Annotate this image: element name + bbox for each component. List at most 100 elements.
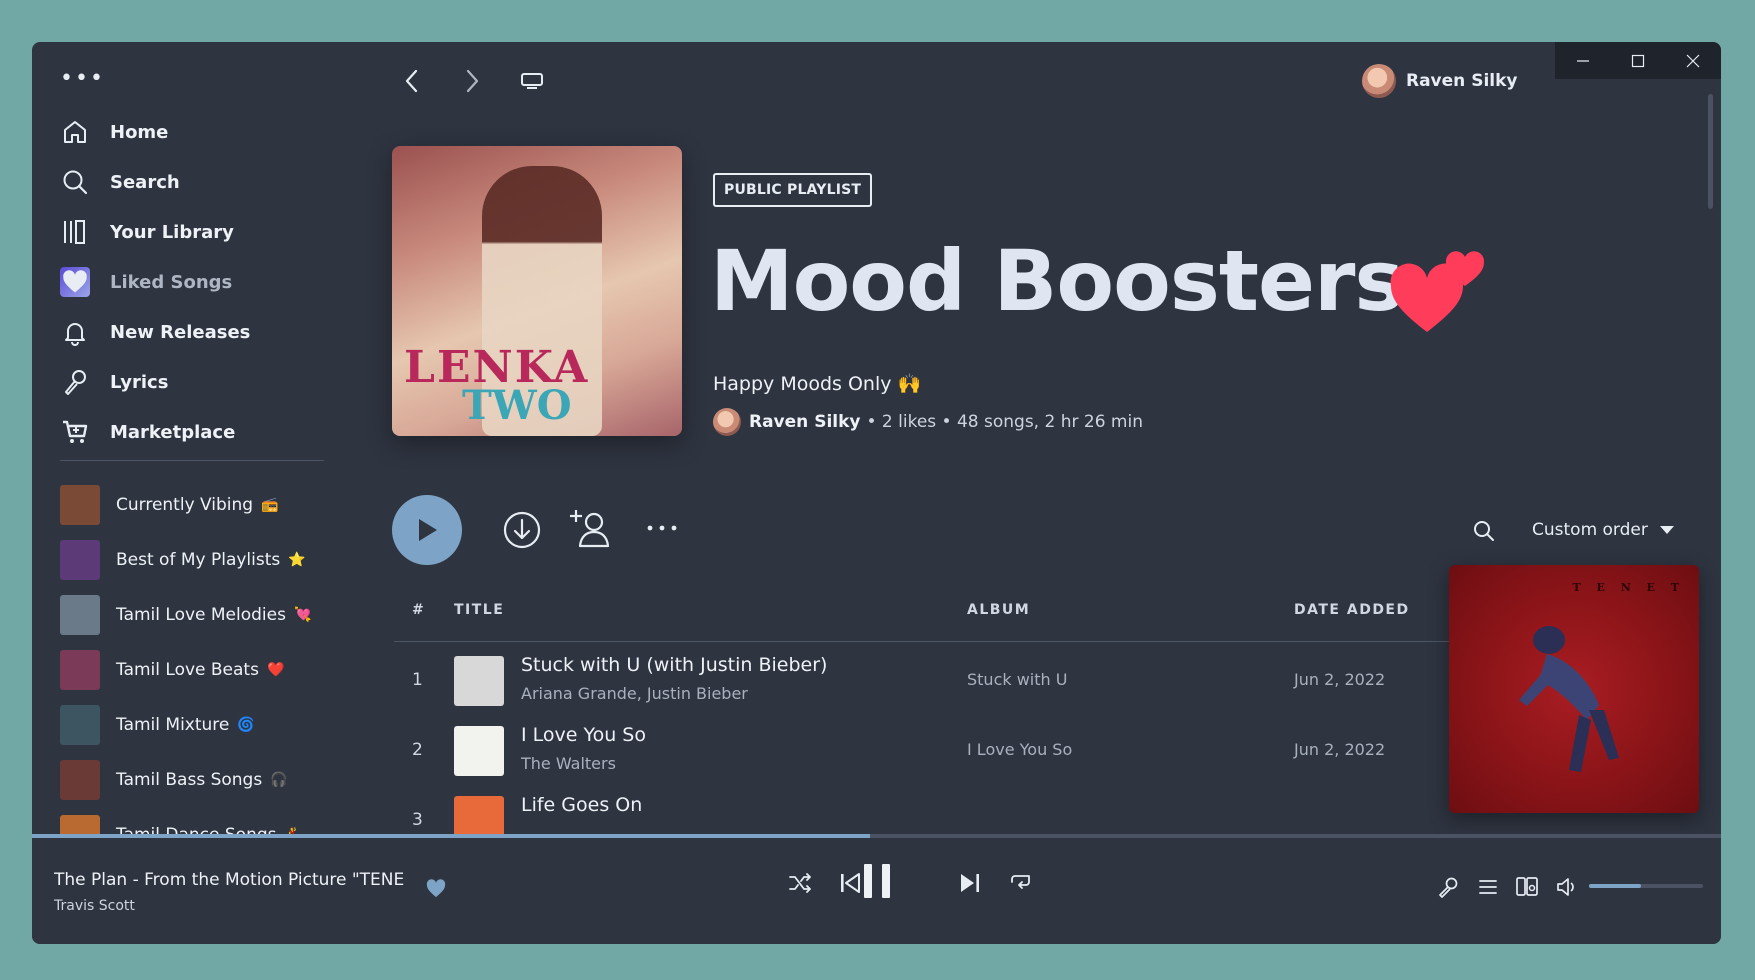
search-in-playlist-button[interactable] — [1473, 520, 1495, 546]
playlist-emoji: 🎧 — [270, 771, 288, 788]
sidebar-item-label: Search — [110, 171, 180, 193]
back-button[interactable] — [402, 68, 422, 98]
mute-button[interactable] — [1555, 876, 1579, 902]
track-title[interactable]: Life Goes On — [521, 794, 642, 816]
sidebar-item-new-releases[interactable]: New Releases — [60, 307, 330, 357]
playlist-emoji: 📻 — [261, 496, 279, 513]
playlist-description: Happy Moods Only 🙌 — [713, 373, 922, 395]
track-date-added: Jun 2, 2022 — [1294, 670, 1386, 689]
track-title[interactable]: I Love You So — [521, 724, 646, 746]
queue-button[interactable] — [1477, 876, 1499, 902]
shuffle-button[interactable] — [787, 870, 813, 900]
next-button[interactable] — [958, 870, 982, 900]
search-icon — [1474, 521, 1494, 541]
download-icon — [503, 511, 541, 549]
sidebar-item-library[interactable]: Your Library — [60, 207, 330, 257]
maximize-button[interactable] — [1610, 42, 1665, 79]
track-album[interactable]: Stuck with U — [967, 670, 1067, 689]
track-artwork — [454, 796, 504, 834]
track-artwork — [454, 656, 504, 706]
column-header-title[interactable]: TITLE — [454, 602, 504, 618]
sidebar-playlist-item[interactable]: Tamil Mixture 🌀 — [60, 697, 340, 752]
playlist-thumbnail — [60, 814, 100, 834]
playlist-name: Tamil Bass Songs — [116, 769, 263, 790]
sidebar-playlist-item[interactable]: Tamil Bass Songs 🎧 — [60, 752, 340, 807]
playlist-name: Currently Vibing — [116, 494, 254, 515]
sort-dropdown[interactable]: Custom order — [1532, 520, 1674, 540]
sidebar-playlist-item[interactable]: Tamil Love Melodies 💘 — [60, 587, 340, 642]
playlist-name: Best of My Playlists — [116, 549, 281, 570]
track-row[interactable]: 1 Stuck with U (with Justin Bieber) Aria… — [394, 648, 1474, 718]
lyrics-button[interactable] — [1437, 876, 1459, 902]
sidebar-playlist-item[interactable]: Currently Vibing 📻 — [60, 477, 340, 532]
minimize-button[interactable] — [1555, 42, 1610, 79]
skip-forward-icon — [961, 874, 979, 892]
playlist-emoji: ⭐ — [288, 551, 306, 568]
sidebar-item-search[interactable]: Search — [60, 157, 330, 207]
sidebar-item-liked-songs[interactable]: Liked Songs — [60, 257, 330, 307]
player-bar: The Plan - From the Motion Picture "TENE… — [32, 838, 1721, 944]
column-header-date-added[interactable]: DATE ADDED — [1294, 602, 1410, 618]
menu-dots-button[interactable]: ••• — [60, 68, 105, 90]
track-album[interactable]: I Love You So — [967, 740, 1072, 759]
sidebar-item-marketplace[interactable]: Marketplace — [60, 407, 330, 457]
home-icon — [60, 117, 90, 147]
add-collaborator-button[interactable] — [568, 506, 612, 554]
vertical-scrollbar[interactable] — [1708, 94, 1713, 209]
pause-button[interactable] — [864, 864, 890, 898]
pause-icon-bar — [864, 864, 872, 898]
library-icon — [60, 217, 90, 247]
playlist-emoji: 💃 — [285, 827, 302, 835]
sidebar-playlist-item[interactable]: Tamil Dance Songs 💃 — [60, 807, 340, 834]
repeat-icon — [1011, 875, 1030, 889]
queue-icon — [1479, 880, 1497, 894]
track-row[interactable]: 2 I Love You So The Walters I Love You S… — [394, 718, 1474, 788]
sidebar-item-label: Liked Songs — [110, 271, 233, 293]
track-row[interactable]: 3 Life Goes On — [394, 788, 1474, 834]
sort-label: Custom order — [1532, 520, 1648, 540]
forward-button[interactable] — [462, 68, 482, 98]
now-playing-artwork[interactable]: T E N E T — [1449, 565, 1699, 813]
track-title[interactable]: Stuck with U (with Justin Bieber) — [521, 654, 827, 676]
track-number: 2 — [412, 740, 423, 760]
add-user-icon — [570, 510, 610, 548]
play-icon — [419, 519, 437, 541]
connect-device-button[interactable] — [1515, 876, 1539, 902]
like-button[interactable] — [425, 878, 447, 902]
cover-text: TWO — [462, 382, 572, 429]
sidebar-playlist-item[interactable]: Best of My Playlists ⭐ — [60, 532, 340, 587]
download-button[interactable] — [502, 510, 542, 554]
sidebar-item-lyrics[interactable]: Lyrics — [60, 357, 330, 407]
playlist-thumbnail — [60, 704, 100, 745]
caret-down-icon — [1659, 526, 1674, 534]
sidebar-item-label: Marketplace — [110, 421, 236, 443]
playlist-thumbnail — [60, 594, 100, 635]
sidebar-playlists: Currently Vibing 📻 Best of My Playlists … — [60, 477, 340, 834]
play-button[interactable] — [392, 495, 462, 565]
playlist-owner-link[interactable]: Raven Silky — [749, 412, 860, 432]
sidebar-playlist-item[interactable]: Tamil Love Beats ❤️ — [60, 642, 340, 697]
sidebar-item-home[interactable]: Home — [60, 107, 330, 157]
user-menu[interactable]: Raven Silky — [1362, 64, 1517, 98]
track-table-header: # TITLE ALBUM DATE ADDED — [394, 602, 1474, 632]
bell-icon — [60, 317, 90, 347]
volume-slider-fill — [1589, 884, 1642, 888]
track-artist[interactable]: Ariana Grande, Justin Bieber — [521, 684, 748, 703]
sidebar-item-label: Lyrics — [110, 371, 169, 393]
column-header-album[interactable]: ALBUM — [967, 602, 1030, 618]
playlist-thumbnail — [60, 539, 100, 580]
more-options-button[interactable] — [644, 518, 680, 542]
volume-slider[interactable] — [1589, 884, 1703, 888]
now-playing-artist[interactable]: Travis Scott — [54, 898, 135, 914]
track-artist[interactable]: The Walters — [521, 754, 616, 773]
window-controls — [1555, 42, 1721, 79]
close-button[interactable] — [1666, 42, 1721, 79]
repeat-button[interactable] — [1008, 870, 1034, 900]
playlist-name: Tamil Love Melodies — [116, 604, 286, 625]
track-list: 1 Stuck with U (with Justin Bieber) Aria… — [394, 648, 1474, 834]
playlist-emoji: ❤️ — [266, 661, 285, 678]
minimize-icon — [1576, 59, 1589, 62]
mini-player-button[interactable] — [519, 70, 545, 96]
previous-button[interactable] — [838, 870, 862, 900]
now-playing-title[interactable]: The Plan - From the Motion Picture "TENE… — [54, 870, 404, 890]
